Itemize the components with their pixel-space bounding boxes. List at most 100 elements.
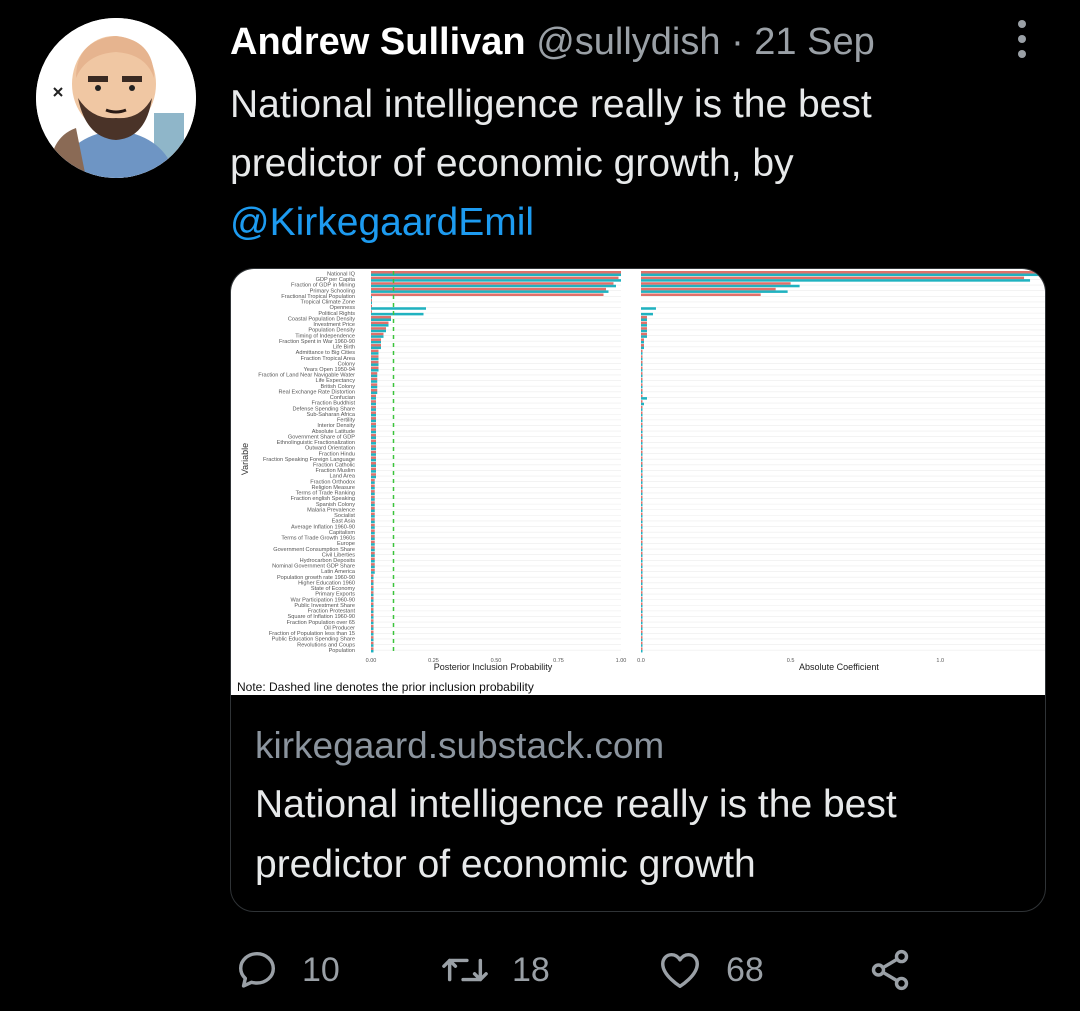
left-bar-teal (371, 599, 374, 602)
left-bar-teal (371, 627, 374, 630)
right-bar-teal (641, 649, 643, 653)
right-bar-red (641, 478, 643, 482)
left-bar-teal (371, 352, 379, 355)
more-vertical-icon[interactable] (1010, 20, 1034, 64)
right-bar-teal (641, 329, 647, 333)
right-bar-red (641, 624, 643, 628)
right-bar-red (641, 456, 643, 459)
left-bar-teal (371, 442, 376, 445)
right-bar-red (641, 579, 643, 583)
tweet-date[interactable]: 21 Sep (754, 21, 874, 63)
right-bar-red (641, 473, 643, 476)
left-bar-teal (371, 470, 376, 473)
like-count: 68 (726, 950, 764, 989)
right-bar-red (641, 630, 643, 634)
left-bar-teal (371, 419, 376, 423)
left-bar-teal (371, 560, 375, 563)
reply-count: 10 (302, 950, 340, 989)
left-bar-red (371, 293, 604, 296)
left-bar-red (371, 456, 376, 459)
left-bar-teal (371, 385, 378, 389)
retweet-button[interactable]: 18 (440, 940, 550, 1000)
left-bar-red (371, 624, 374, 628)
left-bar-red (371, 602, 374, 605)
right-bar-red (641, 619, 643, 622)
right-bar-teal (641, 638, 643, 642)
card-domain: kirkegaard.substack.com (255, 725, 665, 766)
right-bar-teal (641, 402, 644, 406)
right-bar-red (641, 450, 643, 454)
left-bar-teal (371, 425, 376, 428)
left-bar-teal (371, 369, 379, 372)
left-x-label: Posterior Inclusion Probability (434, 662, 553, 672)
right-bar-red (641, 591, 643, 594)
left-bar-red (371, 495, 375, 499)
link-card[interactable]: National IQ GDP per Capita Fraction of GDP… (230, 268, 1046, 912)
right-bar-red (641, 405, 643, 409)
left-bar-teal (371, 616, 374, 619)
right-bar-teal (641, 335, 647, 338)
left-bar-teal (371, 520, 375, 524)
card-image[interactable]: National IQ GDP per Capita Fraction of GDP… (231, 269, 1045, 695)
right-bar-red (641, 529, 643, 532)
left-bar-teal (371, 430, 376, 434)
author-name[interactable]: Andrew Sullivan (230, 21, 526, 63)
right-bar-teal (641, 340, 644, 344)
left-bar-red (371, 540, 375, 544)
left-bar-red (371, 591, 374, 594)
right-bar-teal (641, 526, 643, 529)
left-bar-teal (371, 582, 374, 586)
left-bar-teal (371, 402, 376, 406)
share-button[interactable] (866, 940, 936, 1000)
left-bar-red (371, 501, 375, 504)
right-bar-teal (641, 503, 643, 507)
right-bar-teal (641, 543, 643, 546)
left-bar-red (371, 462, 376, 465)
left-bar-red (371, 647, 374, 650)
like-button[interactable]: 68 (656, 940, 764, 1000)
left-bar-teal (371, 621, 374, 625)
right-bar-red (641, 568, 643, 572)
tweet-actions: 10 18 68 (230, 940, 1030, 1000)
left-bar-teal (371, 531, 375, 535)
left-bar-red (371, 271, 621, 274)
reply-button[interactable]: 10 (234, 940, 340, 1000)
right-bar-red (641, 349, 643, 353)
right-bar-teal (641, 408, 643, 411)
chart-figure: National IQGDP per CapitaFraction of GDP… (237, 271, 1045, 694)
left-bar-red (371, 383, 378, 386)
right-bar-teal (641, 385, 643, 389)
left-bar-teal (371, 312, 424, 316)
left-bar-red (371, 433, 376, 437)
left-bar-teal (371, 273, 621, 277)
right-bar-teal (641, 515, 643, 518)
left-bar-red (371, 557, 375, 561)
right-bar-teal (641, 604, 643, 608)
left-bar-red (371, 445, 376, 448)
right-bar-red (641, 422, 643, 426)
left-bar-red (371, 355, 379, 358)
left-bar-red (371, 512, 375, 516)
left-bar-red (371, 467, 376, 471)
right-bar-red (641, 282, 791, 285)
right-bar-red (641, 383, 643, 386)
left-bar-teal (371, 565, 375, 569)
right-bar-red (641, 372, 643, 375)
right-bar-red (641, 388, 643, 392)
right-bar-teal (641, 498, 643, 501)
right-bar-red (641, 332, 647, 336)
left-bar-red (371, 473, 376, 476)
mention-link[interactable]: @KirkegaardEmil (230, 201, 534, 244)
right-bar-red (641, 377, 643, 381)
left-bar-red (371, 411, 376, 414)
avatar[interactable] (36, 18, 196, 178)
right-bar-red (641, 360, 643, 364)
variable-label: Population (329, 648, 355, 654)
retweet-count: 18 (512, 950, 550, 989)
right-bar-red (641, 506, 643, 510)
left-bar-teal (371, 397, 376, 400)
left-bar-red (371, 506, 375, 510)
author-handle[interactable]: @sullydish (536, 21, 720, 63)
left-bar-red (371, 523, 375, 527)
left-bar-teal (371, 374, 378, 378)
